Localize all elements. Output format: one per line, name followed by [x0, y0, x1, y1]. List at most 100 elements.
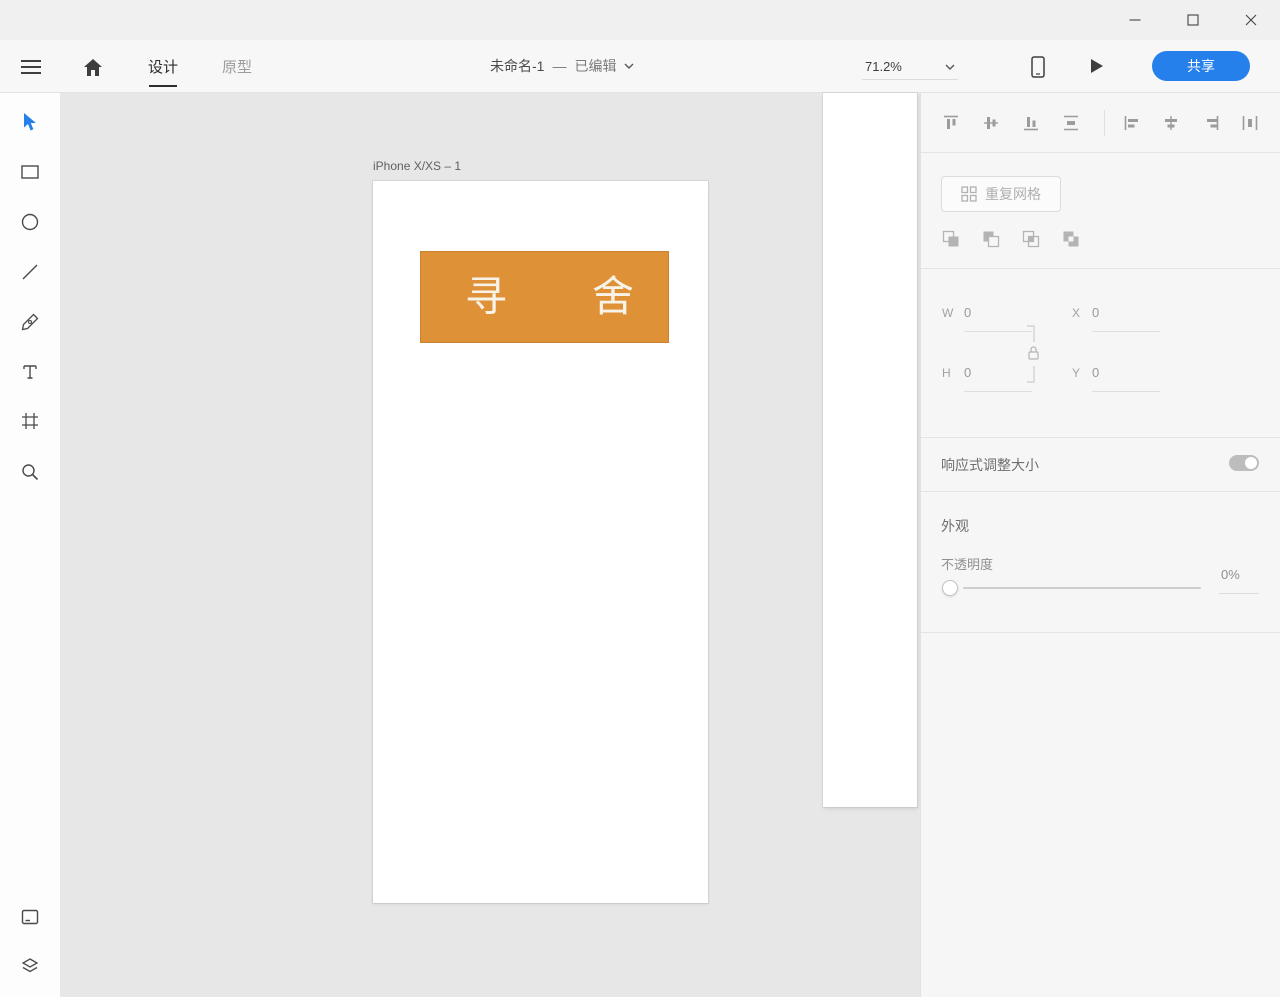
- distribute-vertical-icon[interactable]: [1062, 114, 1080, 132]
- assets-icon: [21, 908, 39, 926]
- main-menu-button[interactable]: [18, 56, 44, 78]
- chevron-down-icon: [624, 63, 634, 69]
- artboard-icon: [21, 412, 39, 430]
- zoom-tool-button[interactable]: [12, 454, 48, 490]
- window-controls: [1106, 0, 1280, 40]
- height-field-underline: [964, 391, 1032, 392]
- height-field[interactable]: 0: [964, 365, 971, 380]
- artboard-label[interactable]: iPhone X/XS – 1: [373, 159, 461, 173]
- appearance-section-label: 外观: [941, 518, 969, 534]
- section-divider: [921, 491, 1280, 492]
- boolean-subtract-icon[interactable]: [982, 230, 1000, 248]
- alignment-separator: [1104, 110, 1105, 136]
- minimize-icon: [1129, 14, 1141, 26]
- y-field-label: Y: [1072, 366, 1081, 380]
- boolean-union-icon[interactable]: [942, 230, 960, 248]
- partial-artboard[interactable]: [823, 93, 917, 807]
- tab-prototype-label: 原型: [222, 58, 253, 76]
- text-tool-icon: [21, 363, 39, 381]
- zoom-value: 71.2%: [865, 59, 902, 74]
- preview-play-button[interactable]: [1089, 58, 1105, 74]
- maximize-button[interactable]: [1164, 0, 1222, 40]
- pen-icon: [21, 313, 39, 331]
- opacity-slider-track[interactable]: [963, 587, 1201, 589]
- artboard[interactable]: 寻 舍: [373, 181, 708, 903]
- titlebar: [0, 0, 1280, 40]
- repeat-grid-icon: [961, 186, 977, 202]
- select-arrow-icon: [22, 112, 38, 132]
- share-button[interactable]: 共享: [1152, 51, 1250, 81]
- magnifier-icon: [21, 463, 39, 481]
- section-divider: [921, 152, 1280, 153]
- section-divider: [921, 632, 1280, 633]
- ellipse-icon: [21, 213, 39, 231]
- height-field-label: H: [942, 366, 951, 380]
- home-icon: [83, 58, 103, 77]
- width-field-label: W: [942, 306, 954, 320]
- layers-panel-button[interactable]: [12, 948, 48, 984]
- responsive-resize-label: 响应式调整大小: [941, 457, 1039, 473]
- line-icon: [22, 264, 38, 280]
- x-field[interactable]: 0: [1092, 305, 1099, 320]
- tools-sidebar: [0, 93, 60, 997]
- assets-panel-button[interactable]: [12, 899, 48, 935]
- align-left-icon[interactable]: [1123, 114, 1141, 132]
- chevron-down-icon: [945, 64, 955, 70]
- shape-text-right: 舍: [591, 273, 634, 320]
- close-button[interactable]: [1222, 0, 1280, 40]
- line-tool-button[interactable]: [12, 254, 48, 290]
- layers-icon: [21, 957, 39, 975]
- tab-prototype[interactable]: 原型: [222, 40, 252, 92]
- lock-aspect-ratio-icon[interactable]: [1025, 325, 1041, 383]
- x-field-label: X: [1072, 306, 1081, 320]
- boolean-exclude-icon[interactable]: [1062, 230, 1080, 248]
- home-button[interactable]: [80, 55, 106, 79]
- document-status: 已编辑: [574, 58, 617, 74]
- rectangle-tool-button[interactable]: [12, 154, 48, 190]
- play-icon: [1090, 58, 1104, 74]
- opacity-label: 不透明度: [941, 557, 994, 572]
- tab-design[interactable]: 设计: [148, 40, 178, 92]
- align-top-icon[interactable]: [942, 114, 960, 132]
- repeat-grid-label: 重复网格: [985, 186, 1041, 202]
- opacity-value-underline: [1219, 593, 1259, 594]
- section-divider: [921, 437, 1280, 438]
- section-divider: [921, 268, 1280, 269]
- pen-tool-button[interactable]: [12, 304, 48, 340]
- canvas[interactable]: iPhone X/XS – 1 寻 舍: [60, 93, 920, 997]
- zoom-control[interactable]: 71.2%: [862, 54, 958, 80]
- align-bottom-icon[interactable]: [1022, 114, 1040, 132]
- responsive-resize-toggle[interactable]: [1229, 455, 1259, 471]
- hamburger-icon: [21, 59, 41, 75]
- app-toolbar: 设计 原型 未命名-1 — 已编辑 71.2% 共享: [0, 40, 1280, 93]
- ellipse-tool-button[interactable]: [12, 204, 48, 240]
- boolean-intersect-icon[interactable]: [1022, 230, 1040, 248]
- distribute-horizontal-icon[interactable]: [1241, 114, 1259, 132]
- minimize-button[interactable]: [1106, 0, 1164, 40]
- width-field[interactable]: 0: [964, 305, 971, 320]
- close-icon: [1245, 14, 1257, 26]
- shape-text-left: 寻: [465, 273, 508, 320]
- tab-design-label: 设计: [148, 58, 179, 76]
- width-field-underline: [964, 331, 1032, 332]
- document-name: 未命名-1: [490, 58, 545, 74]
- toggle-knob: [1245, 457, 1257, 469]
- y-field[interactable]: 0: [1092, 365, 1099, 380]
- orange-rectangle[interactable]: 寻 舍: [420, 251, 669, 343]
- align-horizontal-center-icon[interactable]: [1162, 114, 1180, 132]
- x-field-underline: [1092, 331, 1160, 332]
- rectangle-icon: [21, 165, 39, 179]
- document-title-menu[interactable]: 未命名-1 — 已编辑: [490, 40, 634, 92]
- align-right-icon[interactable]: [1202, 114, 1220, 132]
- align-vertical-center-icon[interactable]: [982, 114, 1000, 132]
- device-preview-button[interactable]: [1030, 56, 1046, 78]
- property-inspector: 重复网格 W 0 X 0 H 0 Y 0 响应式调整大小 外观 不透明度 0%: [920, 93, 1280, 997]
- opacity-slider-knob[interactable]: [942, 580, 958, 596]
- opacity-value[interactable]: 0%: [1221, 567, 1240, 582]
- artboard-tool-button[interactable]: [12, 403, 48, 439]
- mobile-device-icon: [1031, 56, 1045, 78]
- select-tool-button[interactable]: [12, 104, 48, 140]
- text-tool-button[interactable]: [12, 354, 48, 390]
- y-field-underline: [1092, 391, 1160, 392]
- repeat-grid-button[interactable]: 重复网格: [941, 176, 1061, 212]
